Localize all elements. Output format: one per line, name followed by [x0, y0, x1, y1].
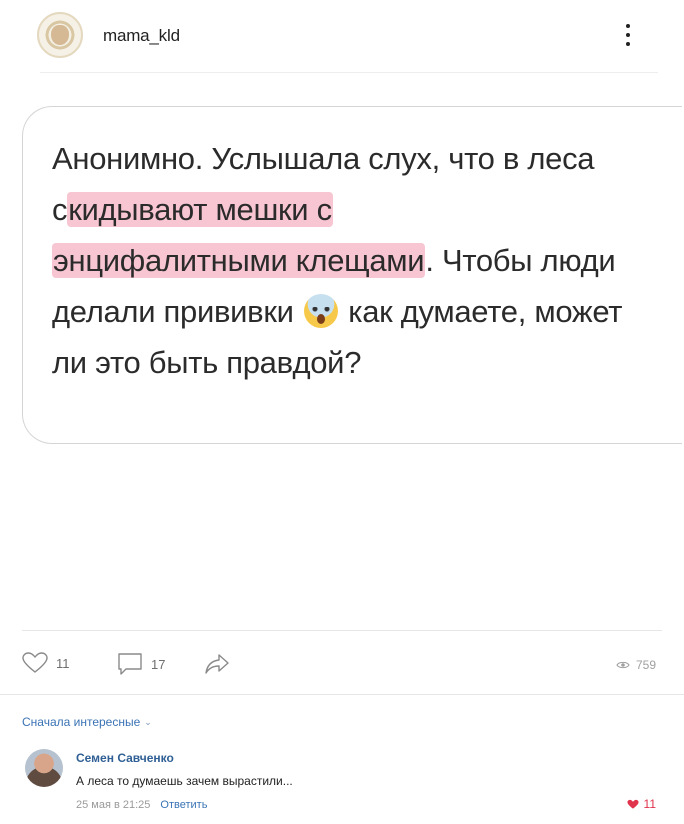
header-divider [40, 72, 658, 73]
eye-icon [616, 661, 630, 669]
comments-divider [0, 694, 684, 695]
post-header: mama_kld [0, 0, 684, 72]
like-count: 11 [56, 655, 70, 671]
views-count: 759 [635, 658, 656, 672]
comment-meta: 25 мая в 21:25 Ответить [76, 799, 207, 811]
sort-dropdown[interactable]: Сначала интересные ⌄ [22, 715, 152, 729]
comment-like-count: 11 [643, 797, 656, 811]
author-name[interactable]: mama_kld [103, 26, 180, 46]
chevron-down-icon: ⌄ [144, 716, 152, 727]
comment-text: А леса то думаешь зачем вырастили... [76, 774, 293, 788]
heart-filled-icon [626, 799, 639, 809]
share-icon[interactable] [204, 653, 230, 675]
actions-divider [22, 630, 662, 631]
screaming-face-icon [303, 294, 338, 328]
author-avatar[interactable] [37, 12, 83, 58]
comment-like-button[interactable]: 11 [626, 797, 656, 811]
highlight-2: энцифалитными клещами [52, 243, 426, 278]
commenter-avatar[interactable] [25, 749, 63, 787]
more-options-icon[interactable] [618, 20, 638, 50]
comment-count: 17 [151, 656, 166, 672]
sort-label: Сначала интересные [22, 715, 141, 729]
post-text: Анонимно. Услышала слух, что в леса скид… [52, 133, 642, 388]
commenter-name[interactable]: Семен Савченко [76, 751, 174, 765]
reply-button[interactable]: Ответить [160, 799, 207, 811]
like-button[interactable]: 11 [22, 652, 70, 674]
heart-icon [22, 652, 48, 673]
comment-time: 25 мая в 21:25 [76, 799, 151, 811]
comment-button[interactable]: 17 [117, 652, 165, 676]
highlight-1: кидывают мешки с [67, 192, 333, 227]
comment-icon [118, 653, 142, 675]
views-counter: 759 [616, 658, 656, 672]
